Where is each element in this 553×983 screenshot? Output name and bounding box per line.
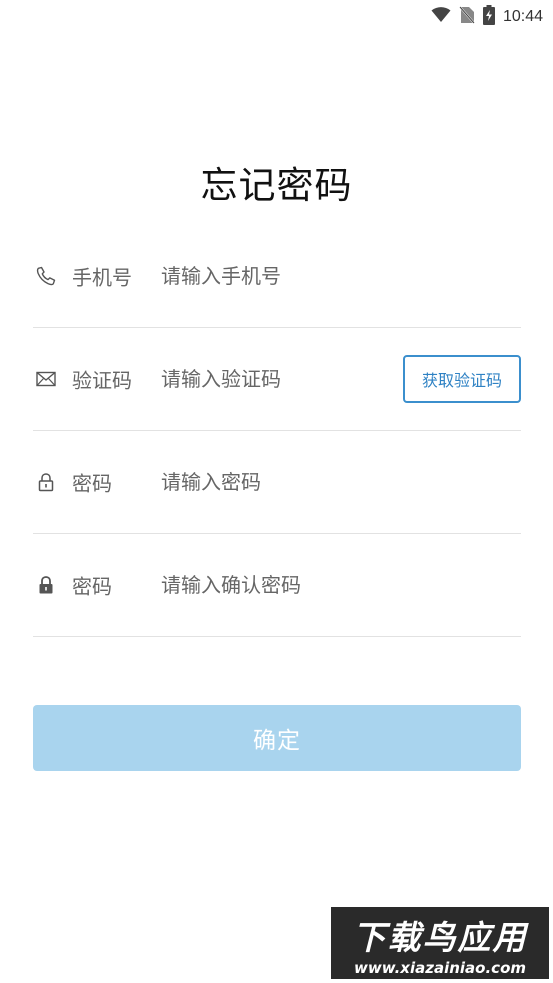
page-title: 忘记密码 bbox=[200, 164, 353, 207]
no-sim-icon bbox=[459, 6, 475, 28]
lock-icon bbox=[35, 574, 57, 596]
confirm-password-label: 密码 bbox=[72, 574, 112, 598]
battery-charging-icon bbox=[482, 5, 495, 29]
get-code-button[interactable]: 获取验证码 bbox=[403, 354, 521, 403]
mail-icon bbox=[35, 368, 57, 390]
password-label: 密码 bbox=[72, 471, 112, 495]
watermark-logo: 下载鸟应用 www.xiazainiao.com bbox=[331, 907, 549, 979]
wifi-icon bbox=[431, 7, 451, 27]
status-bar: 10:44 bbox=[0, 0, 553, 32]
status-icons: 10:44 bbox=[431, 5, 543, 29]
password-input[interactable] bbox=[161, 464, 391, 499]
lock-open-icon bbox=[35, 471, 57, 493]
confirm-button[interactable]: 确定 bbox=[33, 705, 521, 771]
code-input[interactable] bbox=[161, 361, 391, 396]
watermark-url: www.xiazainiao.com bbox=[353, 959, 527, 977]
phone-input[interactable] bbox=[161, 258, 391, 293]
confirm-password-input[interactable] bbox=[161, 567, 391, 602]
phone-icon bbox=[35, 265, 57, 287]
password-row: 密码 bbox=[33, 430, 521, 534]
code-label: 验证码 bbox=[72, 368, 132, 392]
status-time: 10:44 bbox=[502, 8, 543, 25]
code-row: 验证码 获取验证码 bbox=[33, 327, 521, 431]
phone-label: 手机号 bbox=[72, 265, 132, 289]
phone-row: 手机号 bbox=[33, 224, 521, 328]
watermark-title: 下载鸟应用 bbox=[352, 918, 528, 957]
confirm-password-row: 密码 bbox=[33, 533, 521, 637]
